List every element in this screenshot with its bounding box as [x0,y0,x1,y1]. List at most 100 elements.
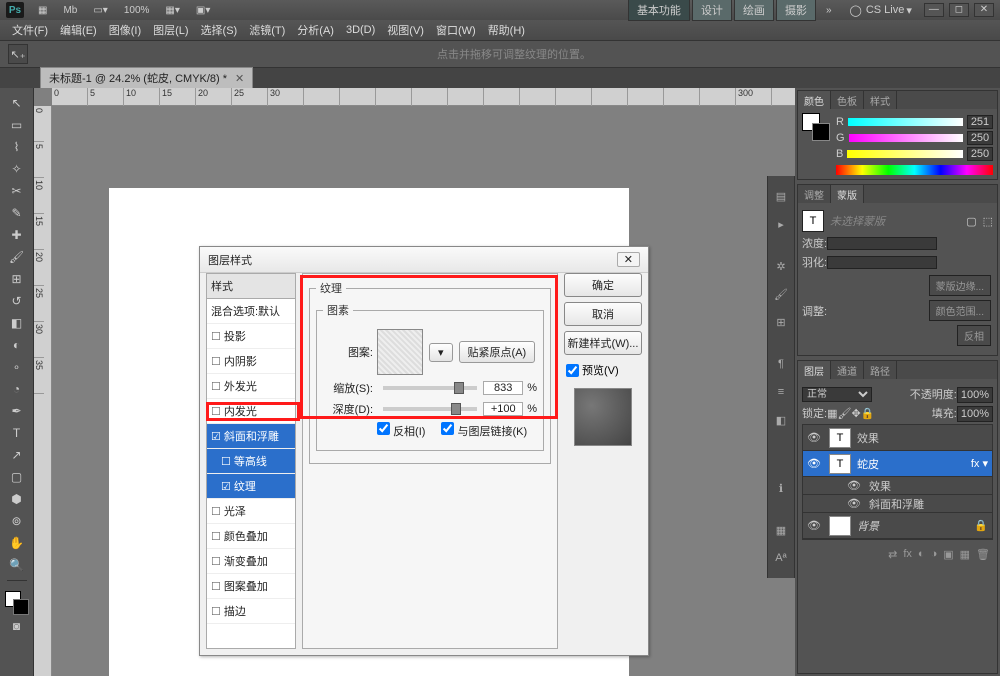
color-tab[interactable]: 颜色 [798,91,831,109]
adjust-tab[interactable]: 调整 [798,185,831,203]
fx-item-row[interactable]: 👁斜面和浮雕 [803,495,992,513]
menu-layer[interactable]: 图层(L) [153,22,188,38]
style-inner-shadow[interactable]: 内阴影 [207,349,295,374]
current-tool-icon[interactable]: ↖₊ [8,44,28,64]
swatches-tab[interactable]: 色板 [831,91,864,109]
blend-mode-select[interactable]: 正常 [802,387,872,402]
menu-view[interactable]: 视图(V) [387,22,424,38]
style-inner-glow[interactable]: 内发光 [207,399,295,424]
para-icon[interactable]: ≡ [771,382,791,402]
titlebar-browse-icon[interactable]: ▦ [34,3,51,18]
crop-tool[interactable]: ✂ [5,181,29,201]
brush-settings-icon[interactable]: 🖌 [771,284,791,304]
shape-tool[interactable]: ▢ [5,467,29,487]
link-layer-checkbox[interactable] [441,422,454,435]
move-tool[interactable]: ↖ [5,93,29,113]
r-value[interactable]: 251 [967,115,993,129]
lasso-tool[interactable]: ⌇ [5,137,29,157]
char-icon[interactable]: ¶ [771,354,791,374]
nav-icon[interactable]: Aª [771,548,791,568]
gradient-tool[interactable]: ◐ [5,335,29,355]
lock-transparent-icon[interactable]: ▦ [827,407,837,420]
dialog-titlebar[interactable]: 图层样式 ✕ [200,247,648,273]
scale-value[interactable]: 833 [483,381,523,395]
r-slider[interactable] [848,118,963,126]
style-bevel-emboss[interactable]: 斜面和浮雕 [207,424,295,449]
link-layers-icon[interactable]: ⇄ [888,548,897,561]
fx-icon[interactable]: fx [903,548,912,560]
layers-tab[interactable]: 图层 [798,361,831,379]
marquee-tool[interactable]: ▭ [5,115,29,135]
eyedropper-tool[interactable]: ✎ [5,203,29,223]
g-slider[interactable] [849,134,963,142]
lock-move-icon[interactable]: ✥ [851,407,860,420]
path-select-tool[interactable]: ↗ [5,445,29,465]
group-icon[interactable]: ▣ [943,548,953,561]
document-tab-close[interactable]: ✕ [235,72,244,85]
info-icon[interactable]: ℹ [771,478,791,498]
hue-strip[interactable] [836,165,993,175]
layer-row-0[interactable]: 👁 T 效果 [803,425,992,451]
3d-tool[interactable]: ⬢ [5,489,29,509]
scale-slider[interactable] [383,386,477,390]
blur-tool[interactable]: ∘ [5,357,29,377]
channels-tab[interactable]: 通道 [831,361,864,379]
styles-icon[interactable]: ◧ [771,410,791,430]
visibility-icon[interactable]: 👁 [807,457,823,470]
depth-slider[interactable] [383,407,477,411]
quickmask-tool[interactable]: ◙ [5,616,29,636]
color-fgbg-swatch[interactable] [802,113,830,141]
invert-checkbox[interactable] [377,422,390,435]
vector-mask-icon[interactable]: ⬚ [983,215,993,228]
cancel-button[interactable]: 取消 [564,302,642,326]
mask-invert-button[interactable]: 反相 [957,325,991,346]
pattern-preview[interactable] [377,329,423,375]
brush-tool[interactable]: 🖌 [5,247,29,267]
visibility-icon[interactable]: 👁 [807,431,823,444]
style-drop-shadow[interactable]: 投影 [207,324,295,349]
mask-edge-button[interactable]: 蒙版边缘... [929,275,991,296]
delete-layer-icon[interactable]: 🗑 [976,548,990,561]
style-contour[interactable]: 等高线 [207,449,295,474]
history-brush-tool[interactable]: ↺ [5,291,29,311]
preview-checkbox[interactable] [566,364,579,377]
style-color-overlay[interactable]: 颜色叠加 [207,524,295,549]
visibility-icon[interactable]: 👁 [807,519,823,532]
document-tab[interactable]: 未标题-1 @ 24.2% (蛇皮, CMYK/8) * ✕ [40,67,253,88]
pixel-mask-icon[interactable]: ▢ [966,215,976,228]
mask-icon[interactable]: ◐ [918,548,925,560]
color-range-button[interactable]: 颜色范围... [929,300,991,321]
pattern-dropdown[interactable]: ▾ [429,343,453,362]
menu-select[interactable]: 选择(S) [201,22,238,38]
g-value[interactable]: 250 [967,131,993,145]
new-layer-icon[interactable]: ▦ [960,548,970,561]
workspace-photo[interactable]: 摄影 [776,0,816,21]
zoom-tool[interactable]: 🔍 [5,555,29,575]
3d-cam-tool[interactable]: ⊚ [5,511,29,531]
menu-filter[interactable]: 滤镜(T) [249,22,285,38]
wand-tool[interactable]: ✧ [5,159,29,179]
styles-tab[interactable]: 样式 [864,91,897,109]
minimize-button[interactable]: — [924,3,944,17]
actions-icon[interactable]: ▸ [771,214,791,234]
fx-badge[interactable]: fx ▾ [971,457,988,470]
titlebar-arrange-icon[interactable]: ▦▾ [161,3,183,18]
new-style-button[interactable]: 新建样式(W)... [564,331,642,355]
eraser-tool[interactable]: ◧ [5,313,29,333]
b-value[interactable]: 250 [967,147,993,161]
snap-origin-button[interactable]: 贴紧原点(A) [459,341,536,363]
maximize-button[interactable]: ◻ [949,3,969,17]
style-satin[interactable]: 光泽 [207,499,295,524]
titlebar-mb-icon[interactable]: Mb [59,3,81,18]
lock-all-icon[interactable]: 🔒 [861,407,875,420]
paths-tab[interactable]: 路径 [864,361,897,379]
type-tool[interactable]: T [5,423,29,443]
b-slider[interactable] [847,150,963,158]
stamp-tool[interactable]: ⊞ [5,269,29,289]
titlebar-view-icon[interactable]: ▭▾ [89,3,111,18]
dialog-close-button[interactable]: ✕ [617,252,640,267]
menu-3d[interactable]: 3D(D) [346,24,375,36]
dodge-tool[interactable]: ◔ [5,379,29,399]
style-outer-glow[interactable]: 外发光 [207,374,295,399]
color-swatch[interactable] [5,591,29,615]
